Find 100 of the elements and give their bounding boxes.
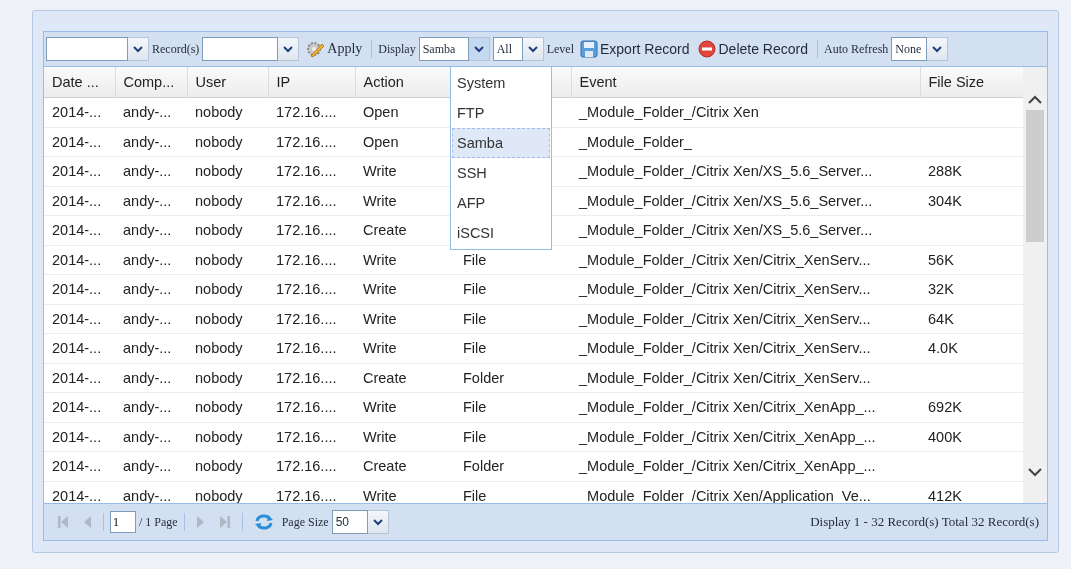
table-cell: 2014-... [44,127,115,157]
dropdown-field[interactable] [202,37,300,61]
table-cell: 2014-... [44,215,115,245]
table-cell: Write [355,274,455,304]
table-cell: andy-... [115,127,187,157]
table-cell: 172.16.... [268,392,355,422]
table-cell: 172.16.... [268,304,355,334]
table-cell: 2014-... [44,156,115,186]
table-cell: nobody [187,304,268,334]
page-count-label: / 1 Page [139,514,178,530]
table-cell: nobody [187,422,268,452]
table-cell: Folder [455,451,571,481]
table-cell: _Module_Folder_/Citrix Xen/XS_5.6_Server... [571,156,920,186]
table-cell: 172.16.... [268,245,355,275]
table-cell: 172.16.... [268,363,355,393]
table-cell: 2014-... [44,304,115,334]
table-cell: _Module_Folder_/Citrix Xen/Citrix_XenServ... [571,304,920,334]
table-cell: 172.16.... [268,451,355,481]
column-header[interactable]: Event [571,67,920,98]
menu-item[interactable]: SSH [452,158,550,188]
menu-item[interactable]: FTP [452,98,550,128]
chevron-down-icon [527,45,538,53]
chevron-down-icon [473,45,484,53]
record-status-text: Display 1 - 32 Record(s) Total 32 Record(s) [810,514,1039,530]
refresh-icon [253,513,274,531]
table-cell: andy-... [115,451,187,481]
table-cell: _Module_Folder_/Citrix Xen/Citrix_XenApp_... [571,392,920,422]
table-cell: nobody [187,392,268,422]
table-cell: nobody [187,451,268,481]
table-cell: Write [355,392,455,422]
table-cell: Folder [455,363,571,393]
table-cell: andy-... [115,156,187,186]
chevron-down-icon [283,45,294,53]
table-cell: 2014-... [44,422,115,452]
table-cell: nobody [187,215,268,245]
table-cell: _Module_Folder_/Citrix Xen/Citrix_XenServ... [571,274,920,304]
previous-icon [82,515,92,529]
menu-item[interactable]: iSCSI [452,218,550,248]
table-cell: 172.16.... [268,274,355,304]
table-cell: Write [355,422,455,452]
menu-item[interactable]: System [452,68,550,98]
first-page-icon [57,515,69,529]
table-cell: nobody [187,156,268,186]
table-cell: andy-... [115,304,187,334]
table-cell: andy-... [115,215,187,245]
next-icon [195,515,206,529]
table-cell: nobody [187,97,268,127]
table-cell: _Module_Folder_/Citrix Xen/Citrix_XenServ... [571,245,920,275]
table-cell: _Module_Folder_/Citrix Xen/XS_5.6_Server... [571,215,920,245]
column-header[interactable]: Date ... [44,67,115,98]
table-cell: 2014-... [44,274,115,304]
table-cell: Write [355,333,455,363]
chevron-down-icon [372,518,383,526]
dropdown-field[interactable] [46,37,149,61]
table-cell: andy-... [115,97,187,127]
column-header[interactable]: User [187,67,268,98]
records-label: Record(s) [152,41,200,57]
table-cell: 2014-... [44,363,115,393]
table-cell: 172.16.... [268,215,355,245]
column-header[interactable]: File Size [920,67,1023,98]
scrollbar[interactable] [1023,67,1047,503]
level-label: Level [546,41,574,57]
table-cell: File [455,274,571,304]
page-size-label: Page Size [281,514,329,530]
page-number-field[interactable]: 1 [110,511,136,533]
column-header[interactable]: Comp... [115,67,187,98]
table-cell: andy-... [115,422,187,452]
table-cell: 172.16.... [268,333,355,363]
table-cell: andy-... [115,392,187,422]
delete-record-button[interactable]: Delete Record [695,40,811,58]
table-cell: andy-... [115,245,187,275]
table-cell: _Module_Folder_/Citrix Xen/Citrix_XenServ... [571,333,920,363]
table-cell: File [455,392,571,422]
table-cell: nobody [187,245,268,275]
menu-item[interactable]: Samba [452,128,550,158]
display-label: Display [378,41,416,57]
table-cell: File [455,422,571,452]
table-cell: 2014-... [44,186,115,216]
chevron-down-icon [1028,468,1042,477]
table-cell: Write [355,304,455,334]
table-cell: Create [355,451,455,481]
table-cell: 172.16.... [268,156,355,186]
table-cell: _Module_Folder_/Citrix Xen/Citrix_XenServ... [571,363,920,393]
column-header[interactable]: IP [268,67,355,98]
table-cell: 172.16.... [268,127,355,157]
table-cell: _Module_Folder_ [571,127,920,157]
table-cell: andy-... [115,333,187,363]
table-cell: nobody [187,274,268,304]
table-cell: _Module_Folder_/Citrix Xen/Citrix_XenApp_... [571,422,920,452]
menu-item[interactable]: AFP [452,188,550,218]
gear-pencil-icon [305,40,326,58]
apply-button[interactable]: Apply [302,40,366,58]
table-cell: 2014-... [44,97,115,127]
table-cell: File [455,333,571,363]
scrollbar-thumb[interactable] [1026,110,1044,242]
table-cell: Create [355,363,455,393]
chevron-down-icon [932,45,943,53]
table-cell: 2014-... [44,333,115,363]
table-cell: andy-... [115,363,187,393]
export-record-button[interactable]: Export Record [577,40,693,58]
